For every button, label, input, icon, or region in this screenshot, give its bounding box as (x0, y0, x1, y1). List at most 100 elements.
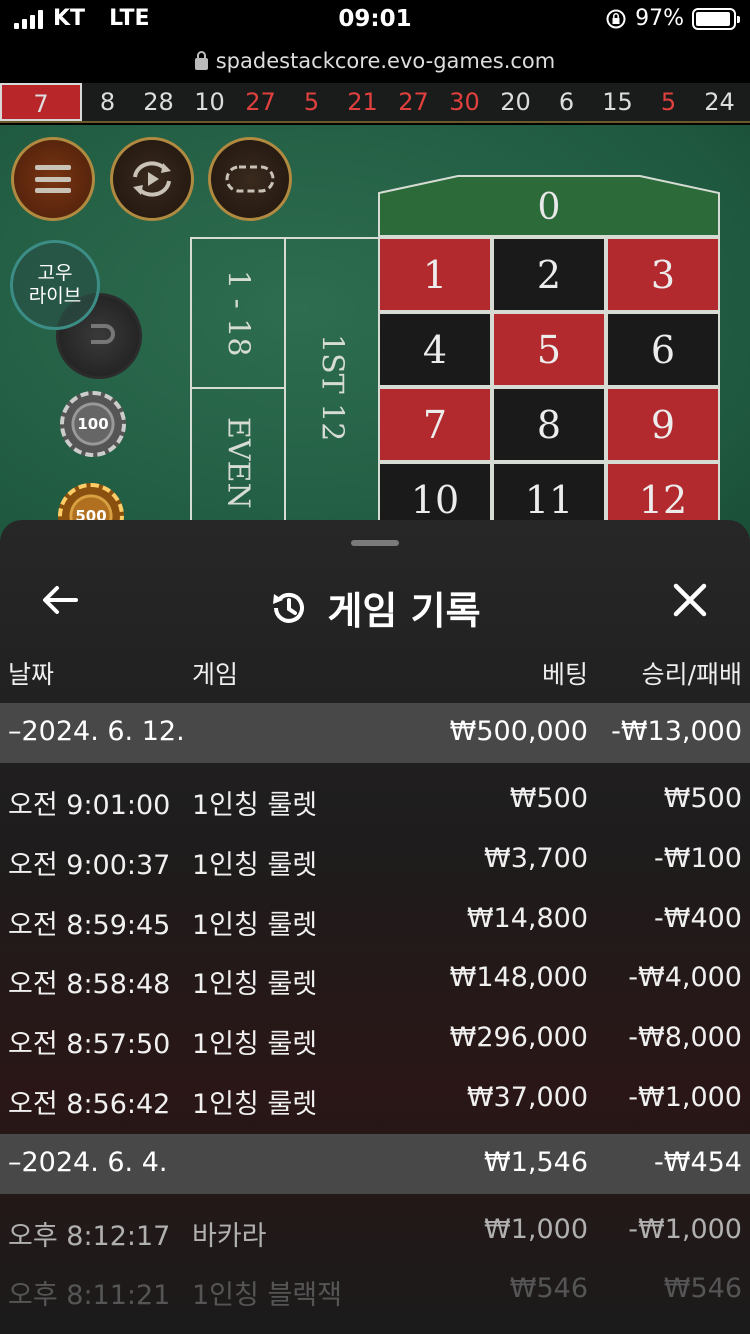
number-cell[interactable]: 8 (492, 387, 606, 462)
history-row[interactable]: 오후 8:11:21 1인칭 블랙잭 ₩546 ₩546 (0, 1258, 750, 1318)
history-number: 21 (347, 88, 378, 116)
column-headers: 날짜 게임 베팅 승리/패배 (0, 655, 750, 699)
sheet-title-group: 게임 기록 (0, 580, 750, 635)
bet-zero[interactable]: 0 (378, 175, 720, 237)
sheet-header: 게임 기록 (0, 560, 750, 650)
racetrack-button[interactable] (208, 137, 292, 221)
bet-low[interactable]: 1 - 18 (190, 237, 286, 389)
row-result: -₩1,000 (628, 1082, 742, 1113)
menu-button[interactable] (11, 137, 95, 221)
row-bet: ₩37,000 (466, 1082, 588, 1113)
history-number: 5 (660, 88, 677, 116)
row-time: 오전 8:56:42 (8, 1089, 171, 1120)
battery-icon (692, 7, 740, 30)
row-game: 1인칭 룰렛 (192, 1089, 318, 1120)
row-result: -₩1,000 (628, 1214, 742, 1245)
group-bet: ₩1,546 (484, 1147, 588, 1178)
close-icon (673, 583, 707, 617)
col-game: 게임 (192, 660, 239, 689)
history-row[interactable]: 오전 8:58:48 1인칭 룰렛 ₩148,000 -₩4,000 (0, 947, 750, 1007)
row-game: 1인칭 룰렛 (192, 1029, 318, 1060)
row-bet: ₩546 (509, 1273, 588, 1304)
row-time: 오전 8:57:50 (8, 1029, 171, 1060)
number-cell[interactable]: 1 (378, 237, 492, 312)
zero-label: 0 (537, 187, 561, 228)
row-result: ₩500 (663, 783, 742, 814)
history-number: 27 (398, 88, 429, 116)
lock-icon (194, 50, 208, 70)
url-text: spadestackcore.evo-games.com (215, 49, 556, 73)
latest-result: 7 (0, 83, 82, 121)
bet-even[interactable]: EVEN (190, 387, 286, 539)
history-row[interactable]: 오전 9:00:37 1인칭 룰렛 ₩3,700 -₩100 (0, 828, 750, 888)
bet-low-label: 1 - 18 (220, 269, 256, 357)
row-result: -₩400 (654, 903, 742, 934)
history-row[interactable]: 오전 8:59:45 1인칭 룰렛 ₩14,800 -₩400 (0, 888, 750, 948)
history-row[interactable]: 오전 8:57:50 1인칭 룰렛 ₩296,000 -₩8,000 (0, 1007, 750, 1067)
history-number: 30 (449, 88, 480, 116)
row-result: -₩100 (654, 843, 742, 874)
row-bet: ₩296,000 (449, 1022, 588, 1053)
repeat-bet-button[interactable] (110, 137, 194, 221)
racetrack-icon (225, 165, 275, 193)
result-history-strip: 7 8 28 10 27 5 21 27 30 20 6 15 5 24 (0, 83, 750, 123)
row-bet: ₩14,800 (466, 903, 588, 934)
history-number: 15 (602, 88, 633, 116)
number-cell[interactable]: 4 (378, 312, 492, 387)
row-game: 바카라 (192, 1221, 267, 1252)
history-number: 8 (99, 88, 116, 116)
number-cell[interactable]: 3 (606, 237, 720, 312)
row-time: 오전 8:58:48 (8, 969, 171, 1000)
history-row[interactable]: 오전 9:01:00 1인칭 룰렛 ₩500 ₩500 (0, 768, 750, 828)
row-result: -₩4,000 (628, 962, 742, 993)
history-number: 6 (558, 88, 575, 116)
live-badge-line2: 라이브 (28, 285, 82, 307)
chip-100[interactable]: 100 (60, 391, 126, 457)
history-number: 5 (303, 88, 320, 116)
row-game: 1인칭 룰렛 (192, 790, 318, 821)
row-bet: ₩148,000 (449, 962, 588, 993)
url-bar[interactable]: spadestackcore.evo-games.com (0, 40, 750, 82)
row-result: ₩546 (663, 1273, 742, 1304)
history-number: 24 (704, 88, 735, 116)
group-result: -₩13,000 (611, 716, 742, 747)
rotation-lock-icon (606, 9, 626, 28)
battery-percent: 97% (635, 6, 684, 31)
number-cell[interactable]: 5 (492, 312, 606, 387)
close-button[interactable] (660, 570, 720, 630)
history-row[interactable]: 오후 8:12:17 바카라 ₩1,000 -₩1,000 (0, 1199, 750, 1259)
bet-even-label: EVEN (220, 417, 256, 509)
row-game: 1인칭 룰렛 (192, 850, 318, 881)
sheet-title: 게임 기록 (327, 589, 481, 633)
live-badge[interactable]: 고우 라이브 (10, 240, 100, 330)
row-time: 오전 9:00:37 (8, 850, 171, 881)
history-number: 28 (143, 88, 174, 116)
group-bet: ₩500,000 (449, 716, 588, 747)
history-number: 27 (245, 88, 276, 116)
number-cell[interactable]: 6 (606, 312, 720, 387)
col-date: 날짜 (8, 660, 55, 689)
number-cell[interactable]: 7 (378, 387, 492, 462)
history-icon (273, 592, 305, 623)
date-group-header[interactable]: –2024. 6. 12. ₩500,000 -₩13,000 (0, 703, 750, 763)
bet-first-dozen[interactable]: 1ST 12 (284, 237, 380, 539)
group-date: –2024. 6. 12. (8, 716, 185, 747)
history-number: 10 (194, 88, 225, 116)
hamburger-icon (35, 165, 71, 193)
chip-100-label: 100 (77, 415, 109, 433)
live-badge-line1: 고우 (37, 262, 73, 284)
status-right: 97% (605, 6, 740, 31)
number-cell[interactable]: 2 (492, 237, 606, 312)
date-group-header[interactable]: –2024. 6. 4. ₩1,546 -₩454 (0, 1134, 750, 1194)
roulette-table: 고우 라이브 100 500 1 - 18 EVEN 1ST 12 0 1234… (0, 125, 750, 585)
history-row[interactable]: 오전 8:56:42 1인칭 룰렛 ₩37,000 -₩1,000 (0, 1067, 750, 1127)
col-result: 승리/패배 (641, 660, 742, 689)
row-time: 오후 8:11:21 (8, 1280, 171, 1311)
sheet-drag-handle[interactable] (351, 540, 399, 546)
row-result: -₩8,000 (628, 1022, 742, 1053)
row-bet: ₩1,000 (484, 1214, 588, 1245)
row-bet: ₩500 (509, 783, 588, 814)
row-time: 오전 9:01:00 (8, 790, 171, 821)
row-time: 오전 8:59:45 (8, 910, 171, 941)
number-cell[interactable]: 9 (606, 387, 720, 462)
